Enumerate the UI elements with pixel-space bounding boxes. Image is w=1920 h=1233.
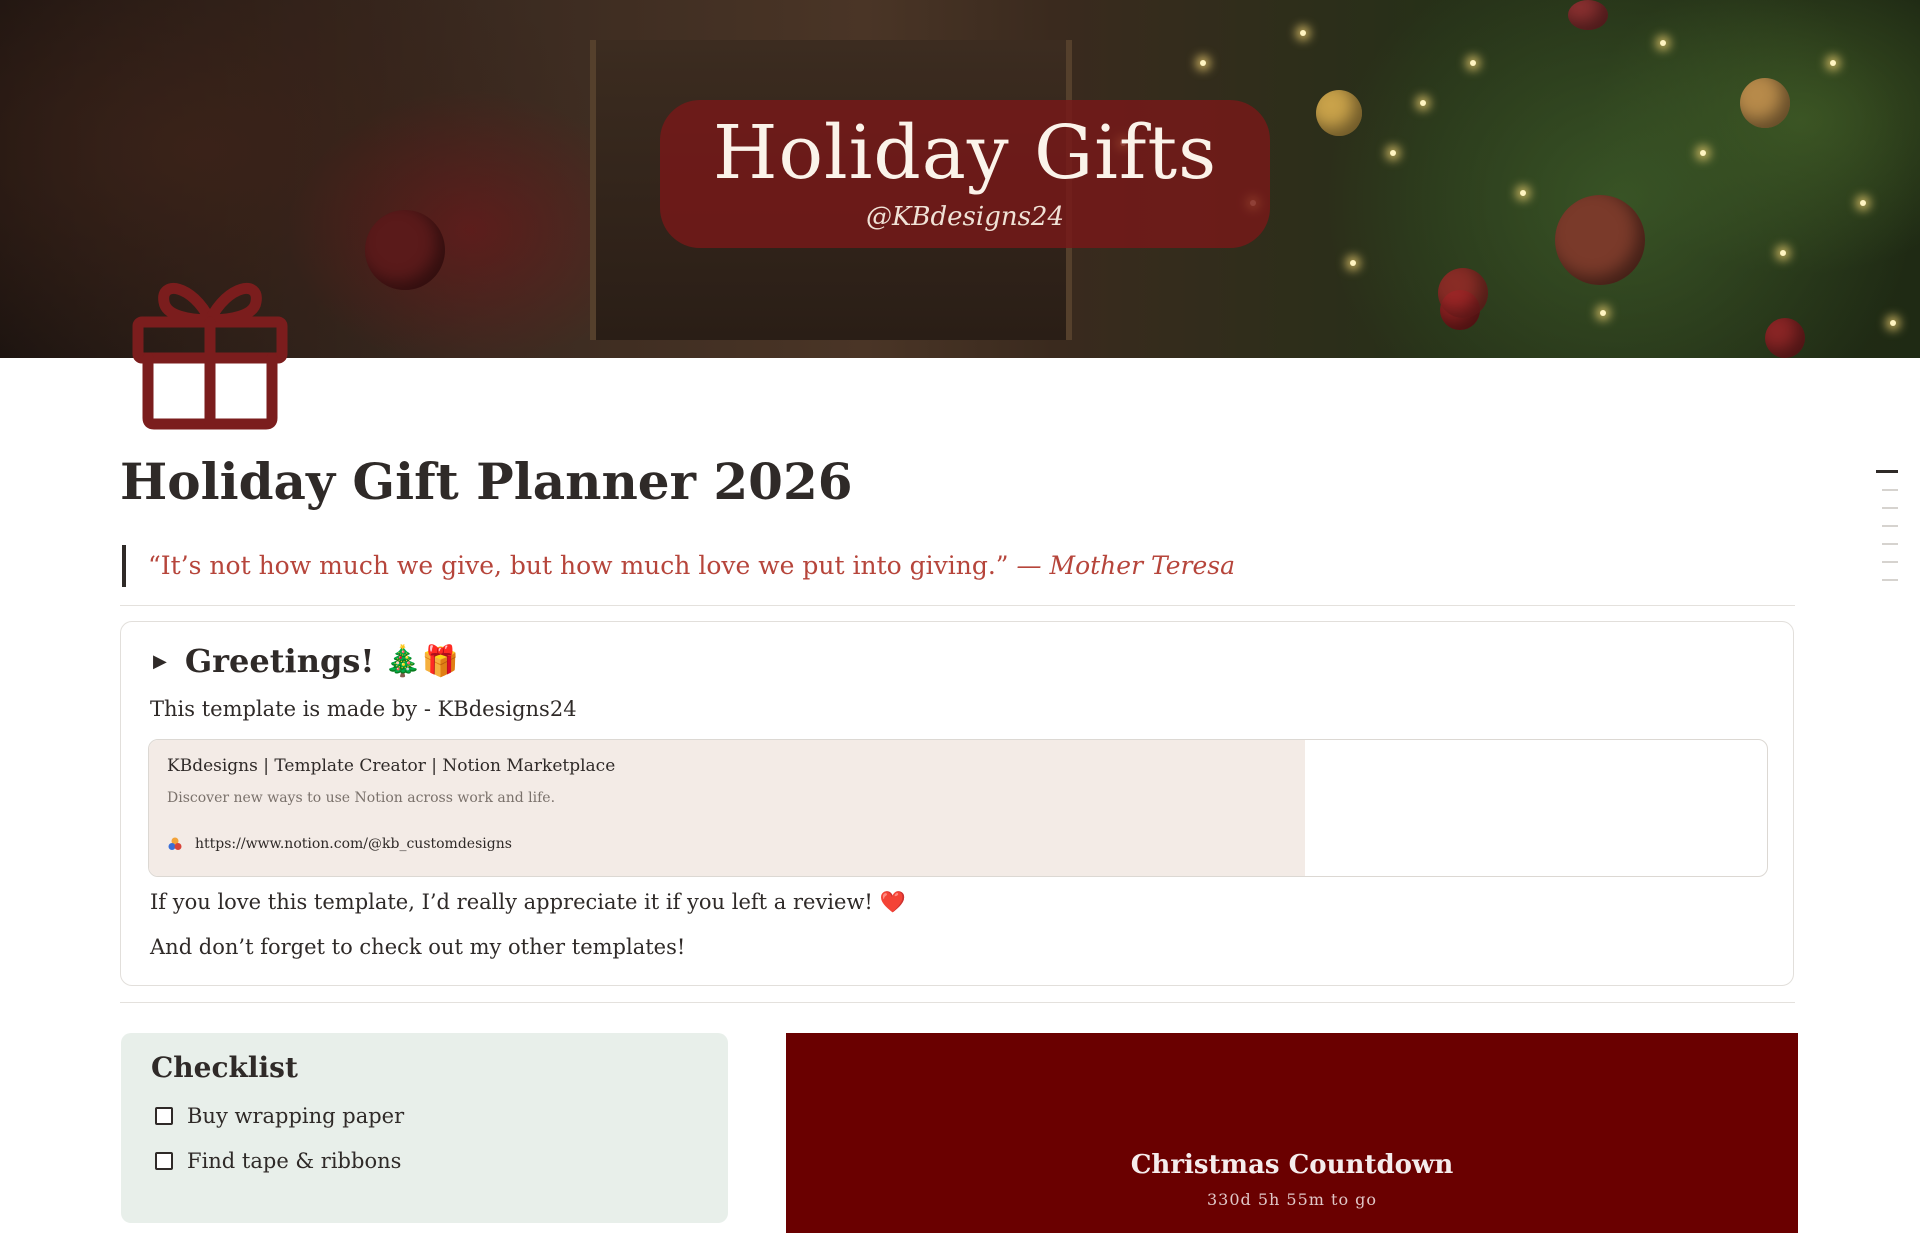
tree-light — [1470, 60, 1476, 66]
toc-marker[interactable] — [1882, 525, 1898, 527]
quote-text: “It’s not how much we give, but how much… — [148, 551, 1017, 580]
heart-icon: ❤️ — [879, 890, 906, 914]
checklist-card: Checklist Buy wrapping paper Find tape &… — [121, 1033, 728, 1223]
bookmark-link[interactable]: KBdesigns | Template Creator | Notion Ma… — [148, 739, 1768, 877]
table-of-contents-minimap[interactable] — [1876, 470, 1898, 597]
checklist-title: Checklist — [151, 1051, 298, 1084]
checkbox[interactable] — [155, 1107, 173, 1125]
banner-subtitle: @KBdesigns24 — [865, 202, 1065, 232]
gift-icon[interactable] — [130, 262, 290, 430]
made-by-text: This template is made by - KBdesigns24 — [150, 697, 577, 721]
divider — [120, 605, 1795, 606]
tree-light — [1780, 250, 1786, 256]
toc-marker[interactable] — [1882, 543, 1898, 545]
quote-author: — Mother Teresa — [1016, 551, 1235, 580]
gift-icon-svg — [132, 283, 288, 430]
tree-light — [1520, 190, 1526, 196]
tree-light — [1890, 320, 1896, 326]
tree-light — [1700, 150, 1706, 156]
bookmark-url: https://www.notion.com/@kb_customdesigns — [195, 836, 512, 852]
checklist-item-label: Buy wrapping paper — [187, 1104, 405, 1128]
greetings-heading: Greetings! — [184, 642, 375, 680]
review-message: If you love this template, I’d really ap… — [150, 890, 873, 914]
bookmark-body: KBdesigns | Template Creator | Notion Ma… — [149, 740, 1305, 876]
greetings-callout: ▶ Greetings! 🎄🎁 This template is made by… — [120, 621, 1794, 986]
toc-marker[interactable] — [1882, 507, 1898, 509]
tree-light — [1830, 60, 1836, 66]
checkbox[interactable] — [155, 1152, 173, 1170]
page-title: Holiday Gift Planner 2026 — [120, 452, 853, 511]
ornament — [1740, 78, 1790, 128]
countdown-time: 330d 5h 55m to go — [1206, 1190, 1378, 1209]
divider — [120, 1002, 1795, 1003]
ornament — [1438, 268, 1488, 318]
greetings-emoji: 🎄🎁 — [384, 643, 460, 679]
greetings-toggle[interactable]: ▶ Greetings! 🎄🎁 — [153, 642, 459, 680]
toc-marker[interactable] — [1876, 470, 1898, 473]
tree-light — [1350, 260, 1356, 266]
checklist-item-label: Find tape & ribbons — [187, 1149, 402, 1173]
tree-light — [1420, 100, 1426, 106]
banner-title-plate: Holiday Gifts @KBdesigns24 — [660, 100, 1270, 248]
review-text: If you love this template, I’d really ap… — [150, 890, 906, 915]
bookmark-url-row: https://www.notion.com/@kb_customdesigns — [167, 836, 512, 852]
tree-light — [1860, 200, 1866, 206]
countdown-title: Christmas Countdown — [1130, 1150, 1454, 1180]
toc-marker[interactable] — [1882, 489, 1898, 491]
other-templates-text: And don’t forget to check out my other t… — [150, 935, 686, 959]
checklist-item[interactable]: Find tape & ribbons — [155, 1149, 401, 1173]
tree-light — [1390, 150, 1396, 156]
ornament — [1316, 90, 1362, 136]
banner-title: Holiday Gifts — [712, 110, 1218, 196]
bookmark-title: KBdesigns | Template Creator | Notion Ma… — [167, 756, 616, 776]
ornament — [365, 210, 445, 290]
toc-marker[interactable] — [1882, 579, 1898, 581]
christmas-countdown-widget: Christmas Countdown 330d 5h 55m to go — [786, 1033, 1798, 1233]
quote-block: “It’s not how much we give, but how much… — [122, 545, 1235, 587]
ornament — [1568, 0, 1608, 30]
bookmark-description: Discover new ways to use Notion across w… — [167, 790, 556, 806]
ornament — [1555, 195, 1645, 285]
notion-favicon-icon — [168, 837, 182, 850]
ornament — [1765, 318, 1805, 358]
tree-light — [1660, 40, 1666, 46]
tree-light — [1600, 310, 1606, 316]
toc-marker[interactable] — [1882, 561, 1898, 563]
checklist-item[interactable]: Buy wrapping paper — [155, 1104, 404, 1128]
tree-light — [1200, 60, 1206, 66]
toggle-arrow-icon[interactable]: ▶ — [153, 651, 167, 672]
tree-light — [1300, 30, 1306, 36]
